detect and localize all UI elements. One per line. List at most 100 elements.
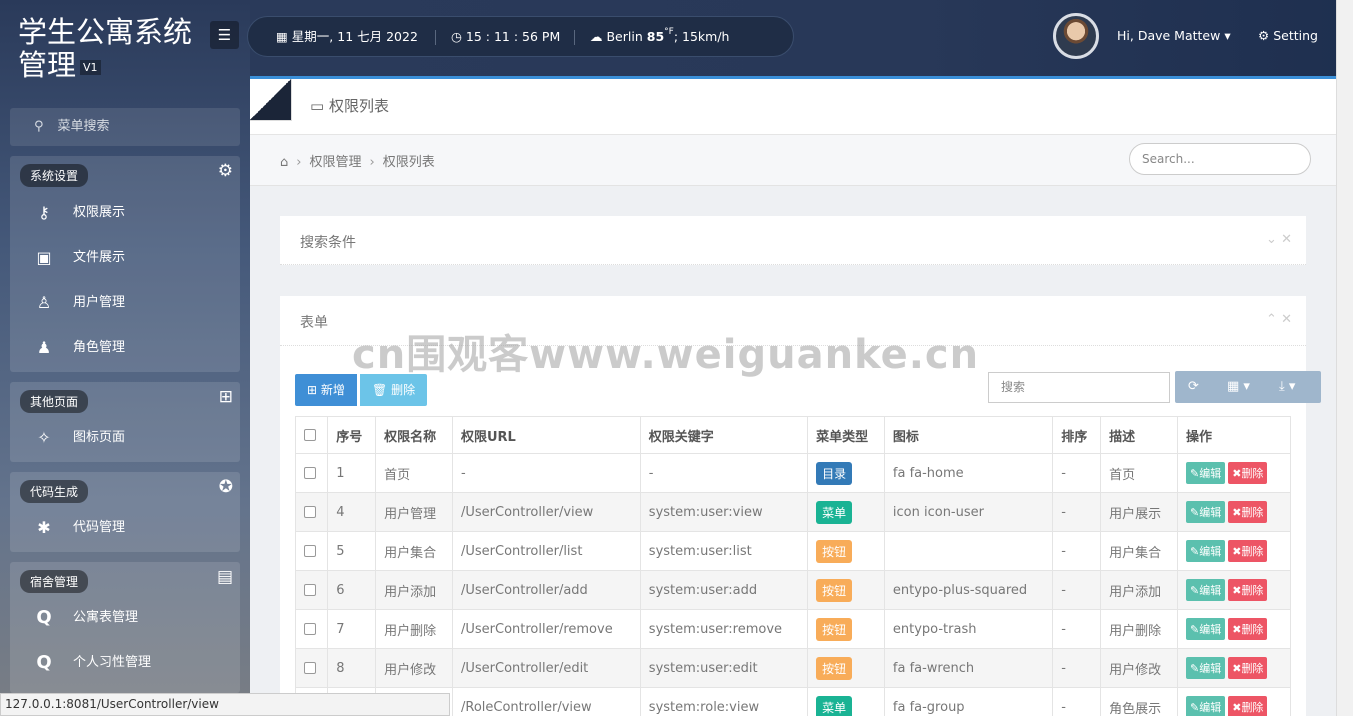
panel-title: 表单 — [300, 315, 328, 331]
q-icon: Q — [36, 652, 52, 673]
name-cell: 用户删除 — [375, 609, 453, 649]
page-title: ▭ 权限列表 — [310, 95, 389, 116]
sidebar-item-label: 代码管理 — [73, 520, 126, 535]
home-icon[interactable]: ⌂ — [280, 155, 288, 170]
id-cell: 6 — [327, 570, 377, 610]
panel-controls: ⌃ ✕ — [1266, 312, 1292, 327]
close-icon[interactable]: ✕ — [1281, 312, 1292, 327]
add-button[interactable]: ⊞ 新增 — [295, 374, 357, 406]
checkbox[interactable] — [304, 584, 316, 596]
download-icon[interactable]: ⤓ ▾ — [1279, 379, 1295, 394]
sidebar-item-label: 用户管理 — [73, 295, 126, 310]
row-checkbox-cell[interactable] — [294, 648, 329, 688]
calendar-icon: ▦ — [276, 29, 288, 44]
contact-icon: ▤ — [216, 567, 233, 587]
breadcrumb-item[interactable]: 权限管理 — [309, 155, 361, 170]
column-header[interactable]: 菜单类型 — [807, 416, 885, 454]
checkbox[interactable] — [304, 429, 316, 441]
column-header[interactable]: 权限关键字 — [639, 416, 809, 454]
rebel-icon: ✪ — [218, 477, 233, 497]
edit-icon: ✎ — [1190, 662, 1200, 675]
user-menu[interactable]: Hi, Dave Mattew ▾ — [1117, 28, 1231, 43]
search-icon: ⚲ — [34, 119, 44, 134]
sort-cell: - — [1052, 492, 1102, 532]
row-delete-button[interactable]: ✖删除 — [1228, 618, 1268, 640]
edit-button[interactable]: ✎编辑 — [1186, 579, 1226, 601]
row-delete-button[interactable]: ✖删除 — [1228, 501, 1268, 523]
sidebar-item-code[interactable]: ✱ 代码管理 — [10, 508, 240, 548]
sidebar: 学生公寓系统管理 V1 ☰ ⚲ 菜单搜索 系统设置 ⚙ ⚷ 权限展示 ▣ 文件展示 ♙ 用… — [0, 0, 250, 716]
edit-button[interactable]: ✎编辑 — [1186, 618, 1226, 640]
checkbox[interactable] — [304, 467, 316, 479]
column-header[interactable]: 权限URL — [451, 416, 641, 454]
chevron-down-icon[interactable]: ⌄ — [1266, 232, 1277, 247]
key-cell: - — [639, 453, 809, 493]
menu-search-input[interactable]: ⚲ 菜单搜索 — [10, 108, 240, 146]
column-header[interactable]: 图标 — [883, 416, 1054, 454]
edit-button[interactable]: ✎编辑 — [1186, 501, 1226, 523]
info-pill: ▦ 星期一, 11 七月 2022 ◷ 15 : 11 : 56 PM ☁ Be… — [247, 16, 794, 57]
name-cell: 用户管理 — [375, 492, 453, 532]
checkbox[interactable] — [304, 623, 316, 635]
sidebar-item-habits[interactable]: Q 个人习性管理 — [10, 643, 240, 683]
trash-icon: 🗑 — [372, 383, 388, 397]
edit-button[interactable]: ✎编辑 — [1186, 696, 1226, 716]
breadcrumb-item[interactable]: 权限列表 — [383, 155, 435, 170]
columns-icon[interactable]: ▦ ▾ — [1227, 379, 1250, 394]
name-cell: 用户修改 — [375, 648, 453, 688]
row-checkbox-cell[interactable] — [294, 492, 329, 532]
edit-button[interactable]: ✎编辑 — [1186, 462, 1226, 484]
row-checkbox-cell[interactable] — [294, 570, 329, 610]
divider — [574, 30, 575, 45]
q-icon: Q — [36, 607, 52, 628]
column-header[interactable]: 权限名称 — [375, 416, 453, 454]
row-delete-button[interactable]: ✖删除 — [1228, 696, 1268, 716]
avatar[interactable] — [1053, 13, 1099, 59]
setting-button[interactable]: ⚙ Setting — [1258, 28, 1318, 43]
row-delete-button[interactable]: ✖删除 — [1228, 462, 1268, 484]
desc-cell: 用户修改 — [1100, 648, 1178, 688]
page-title-text: 权限列表 — [328, 97, 389, 115]
refresh-icon[interactable]: ⟳ — [1188, 379, 1199, 394]
checkbox[interactable] — [304, 545, 316, 557]
sidebar-item-users[interactable]: ♙ 用户管理 — [10, 283, 240, 323]
column-header[interactable]: 序号 — [327, 416, 377, 454]
row-checkbox-cell[interactable] — [294, 609, 329, 649]
type-badge: 按钮 — [816, 539, 853, 563]
sidebar-item-apartments[interactable]: Q 公寓表管理 — [10, 598, 240, 638]
windows-icon: ⊞ — [218, 387, 233, 407]
row-delete-button[interactable]: ✖删除 — [1228, 579, 1268, 601]
column-header[interactable]: 描述 — [1100, 416, 1178, 454]
sidebar-item-files[interactable]: ▣ 文件展示 — [10, 238, 240, 278]
row-delete-button[interactable]: ✖删除 — [1228, 540, 1268, 562]
table-tools: ⟳ ▦ ▾ ⤓ ▾ — [1175, 371, 1321, 403]
menu-toggle-button[interactable]: ☰ — [210, 21, 239, 49]
sidebar-item-permissions[interactable]: ⚷ 权限展示 — [10, 193, 240, 233]
version-badge: V1 — [80, 59, 101, 75]
column-header[interactable]: 排序 — [1052, 416, 1102, 454]
row-checkbox-cell[interactable] — [294, 453, 329, 493]
row-delete-button[interactable]: ✖删除 — [1228, 657, 1268, 679]
type-badge: 目录 — [816, 461, 853, 485]
sidebar-item-roles[interactable]: ♟ 角色管理 — [10, 328, 240, 368]
type-cell: 按钮 — [807, 648, 885, 688]
table-search-input[interactable]: 搜索 — [988, 372, 1170, 403]
sort-cell: - — [1052, 570, 1102, 610]
select-all-checkbox[interactable] — [294, 416, 329, 454]
url-cell: /UserController/add — [451, 570, 641, 610]
icon-cell: fa fa-home — [883, 453, 1054, 493]
id-cell: 5 — [327, 531, 377, 571]
edit-button[interactable]: ✎编辑 — [1186, 540, 1226, 562]
row-checkbox-cell[interactable] — [294, 531, 329, 571]
close-icon[interactable]: ✕ — [1281, 232, 1292, 247]
chevron-up-icon[interactable]: ⌃ — [1266, 312, 1277, 327]
search-input[interactable]: Search... — [1129, 143, 1311, 175]
edit-icon: ✎ — [1190, 701, 1200, 714]
topbar: ▦ 星期一, 11 七月 2022 ◷ 15 : 11 : 56 PM ☁ Be… — [247, 0, 1353, 76]
date-text: 星期一, 11 七月 2022 — [291, 29, 418, 44]
scrollbar[interactable] — [1336, 0, 1353, 716]
sidebar-item-icons[interactable]: ✧ 图标页面 — [10, 418, 240, 458]
checkbox[interactable] — [304, 506, 316, 518]
edit-button[interactable]: ✎编辑 — [1186, 657, 1226, 679]
checkbox[interactable] — [304, 662, 316, 674]
